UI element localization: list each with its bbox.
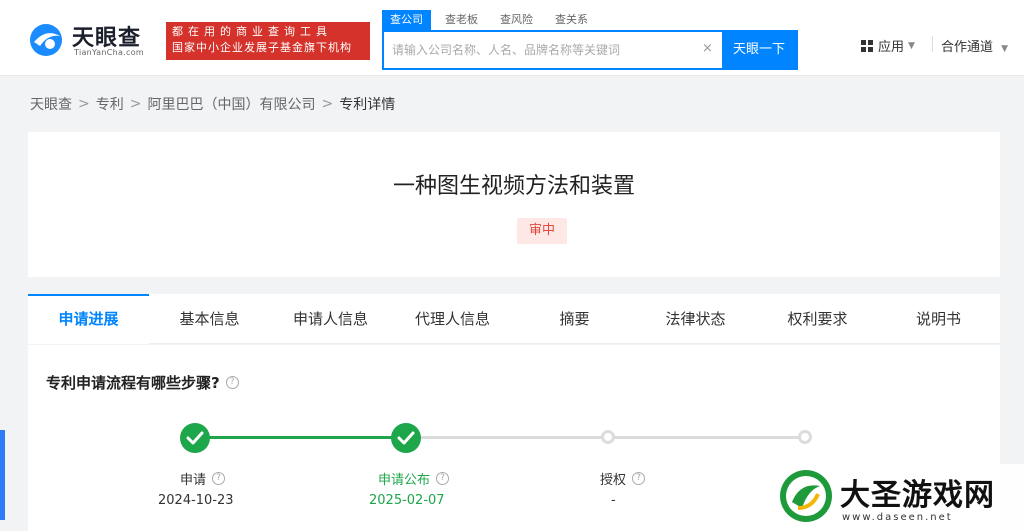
breadcrumb-current: 专利详情	[339, 97, 396, 113]
breadcrumb-company[interactable]: 阿里巴巴（中国）有限公司	[147, 94, 315, 114]
breadcrumb-patent[interactable]: 专利	[96, 94, 124, 114]
watermark-name: 大圣游戏网	[840, 478, 995, 513]
caret-down-icon: ▼	[1001, 44, 1009, 54]
search-area: 查公司 查老板 查风险 查关系 × 天眼一下	[382, 10, 798, 70]
step-label-text: 授权	[600, 473, 627, 488]
search-tab-company[interactable]: 查公司	[382, 10, 431, 30]
step-label-grant: 授权 ?	[600, 469, 646, 488]
step-date-publish: 2025-02-07	[369, 493, 445, 508]
slogan-line-1: 都在用的商业查询工具	[172, 25, 332, 38]
check-icon	[391, 423, 421, 453]
breadcrumb-home[interactable]: 天眼查	[30, 94, 72, 114]
nav-divider	[932, 36, 933, 52]
watermark-url: www.daseen.net	[842, 512, 953, 523]
tab-basic-info[interactable]: 基本信息	[149, 294, 270, 344]
tab-legal-status[interactable]: 法律状态	[635, 294, 756, 344]
side-float-tab[interactable]	[0, 430, 5, 520]
logo-mark-icon	[30, 24, 62, 56]
breadcrumb-separator: >	[129, 96, 142, 112]
step-label-text: 申请公布	[378, 473, 431, 488]
breadcrumb-separator: >	[78, 96, 90, 112]
step-date-grant: -	[611, 493, 616, 508]
nav-partner-label: 合作通道	[941, 40, 994, 55]
caret-down-icon: ▼	[908, 40, 915, 51]
search-input[interactable]	[384, 32, 694, 68]
progress-line-done	[196, 436, 406, 439]
watermark: 大圣游戏网 www.daseen.net	[772, 464, 1024, 531]
search-box: × 天眼一下	[382, 30, 798, 70]
step-label-apply: 申请 ?	[180, 469, 226, 488]
tab-description[interactable]: 说明书	[878, 294, 999, 344]
detail-tabs: 申请进展 基本信息 申请人信息 代理人信息 摘要 法律状态 权利要求 说明书	[28, 294, 1000, 344]
check-icon	[180, 423, 210, 453]
search-tab-risk[interactable]: 查风险	[492, 10, 541, 30]
search-tabs: 查公司 查老板 查风险 查关系	[382, 10, 602, 30]
slogan-line-2: 国家中小企业发展子基金旗下机构	[172, 41, 352, 54]
help-icon[interactable]: ?	[212, 472, 226, 485]
help-icon[interactable]: ?	[436, 472, 450, 485]
nav-apps-label: 应用	[878, 40, 905, 55]
search-tab-relation[interactable]: 查关系	[547, 10, 596, 30]
tianyancha-logo[interactable]: 天眼查 TianYanCha.com	[28, 22, 160, 62]
watermark-logo-icon	[780, 470, 832, 522]
nav-partner[interactable]: 合作通道 ▼	[941, 36, 1008, 55]
tab-progress[interactable]: 申请进展	[28, 294, 149, 344]
grid-icon	[861, 39, 873, 52]
tab-applicant[interactable]: 申请人信息	[270, 294, 391, 344]
pending-dot-icon	[601, 430, 615, 444]
help-icon[interactable]: ?	[632, 472, 646, 485]
section-title-text: 专利申请流程有哪些步骤?	[46, 374, 220, 392]
slogan-banner: 都在用的商业查询工具 国家中小企业发展子基金旗下机构	[166, 22, 370, 60]
tab-agent[interactable]: 代理人信息	[392, 294, 513, 344]
search-button[interactable]: 天眼一下	[722, 32, 796, 68]
search-tab-boss[interactable]: 查老板	[437, 10, 486, 30]
step-label-publish: 申请公布 ?	[378, 469, 450, 488]
help-icon[interactable]: ?	[225, 376, 239, 389]
tab-claims[interactable]: 权利要求	[757, 294, 878, 344]
section-title: 专利申请流程有哪些步骤? ?	[46, 372, 239, 393]
top-header: 天眼查 TianYanCha.com 都在用的商业查询工具 国家中小企业发展子基…	[0, 0, 1024, 76]
logo-domain: TianYanCha.com	[74, 48, 144, 57]
breadcrumb-separator: >	[321, 96, 334, 112]
status-badge: 审中	[517, 218, 567, 244]
step-date-apply: 2024-10-23	[158, 493, 234, 508]
pending-dot-icon	[798, 430, 812, 444]
tab-abstract[interactable]: 摘要	[514, 294, 635, 344]
nav-apps[interactable]: 应用 ▼	[860, 36, 915, 55]
step-label-text: 申请	[180, 473, 207, 488]
patent-title-card: 一种图生视频方法和装置 审中	[28, 132, 1000, 277]
clear-icon[interactable]: ×	[702, 41, 713, 56]
breadcrumb: 天眼查 > 专利 > 阿里巴巴（中国）有限公司 > 专利详情	[30, 94, 395, 114]
page-title: 一种图生视频方法和装置	[392, 174, 635, 199]
